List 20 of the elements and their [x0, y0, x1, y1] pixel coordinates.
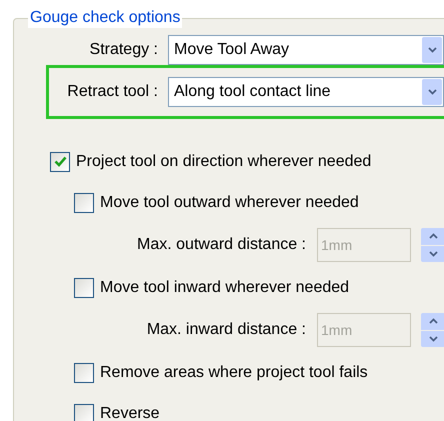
- field-label: Max. inward distance :: [146, 320, 306, 340]
- checkbox[interactable]: [74, 362, 94, 382]
- checkbox-label: Remove areas where project tool fails: [100, 362, 368, 382]
- checkbox[interactable]: [74, 192, 94, 212]
- dropdown-label: Retract tool :: [66, 82, 158, 102]
- checkbox-label: Move tool outward wherever needed: [100, 192, 359, 212]
- dropdown[interactable]: Move Tool Away: [168, 35, 444, 65]
- check-icon: [54, 156, 66, 167]
- checkbox-label: Reverse: [100, 404, 160, 421]
- field-label: Max. outward distance :: [136, 235, 306, 255]
- checkbox[interactable]: [50, 152, 70, 172]
- checkbox[interactable]: [74, 278, 94, 298]
- checkbox-label: Project tool on direction wherever needed: [76, 152, 372, 172]
- dropdown[interactable]: Along tool contact line: [168, 77, 444, 107]
- checkbox[interactable]: [74, 404, 94, 421]
- spinner[interactable]: [421, 313, 444, 347]
- group-title: Gouge check options: [28, 8, 182, 28]
- dropdown-label: Strategy :: [88, 40, 158, 60]
- checkbox-label: Move tool inward wherever needed: [100, 278, 350, 298]
- spinner[interactable]: [421, 228, 444, 262]
